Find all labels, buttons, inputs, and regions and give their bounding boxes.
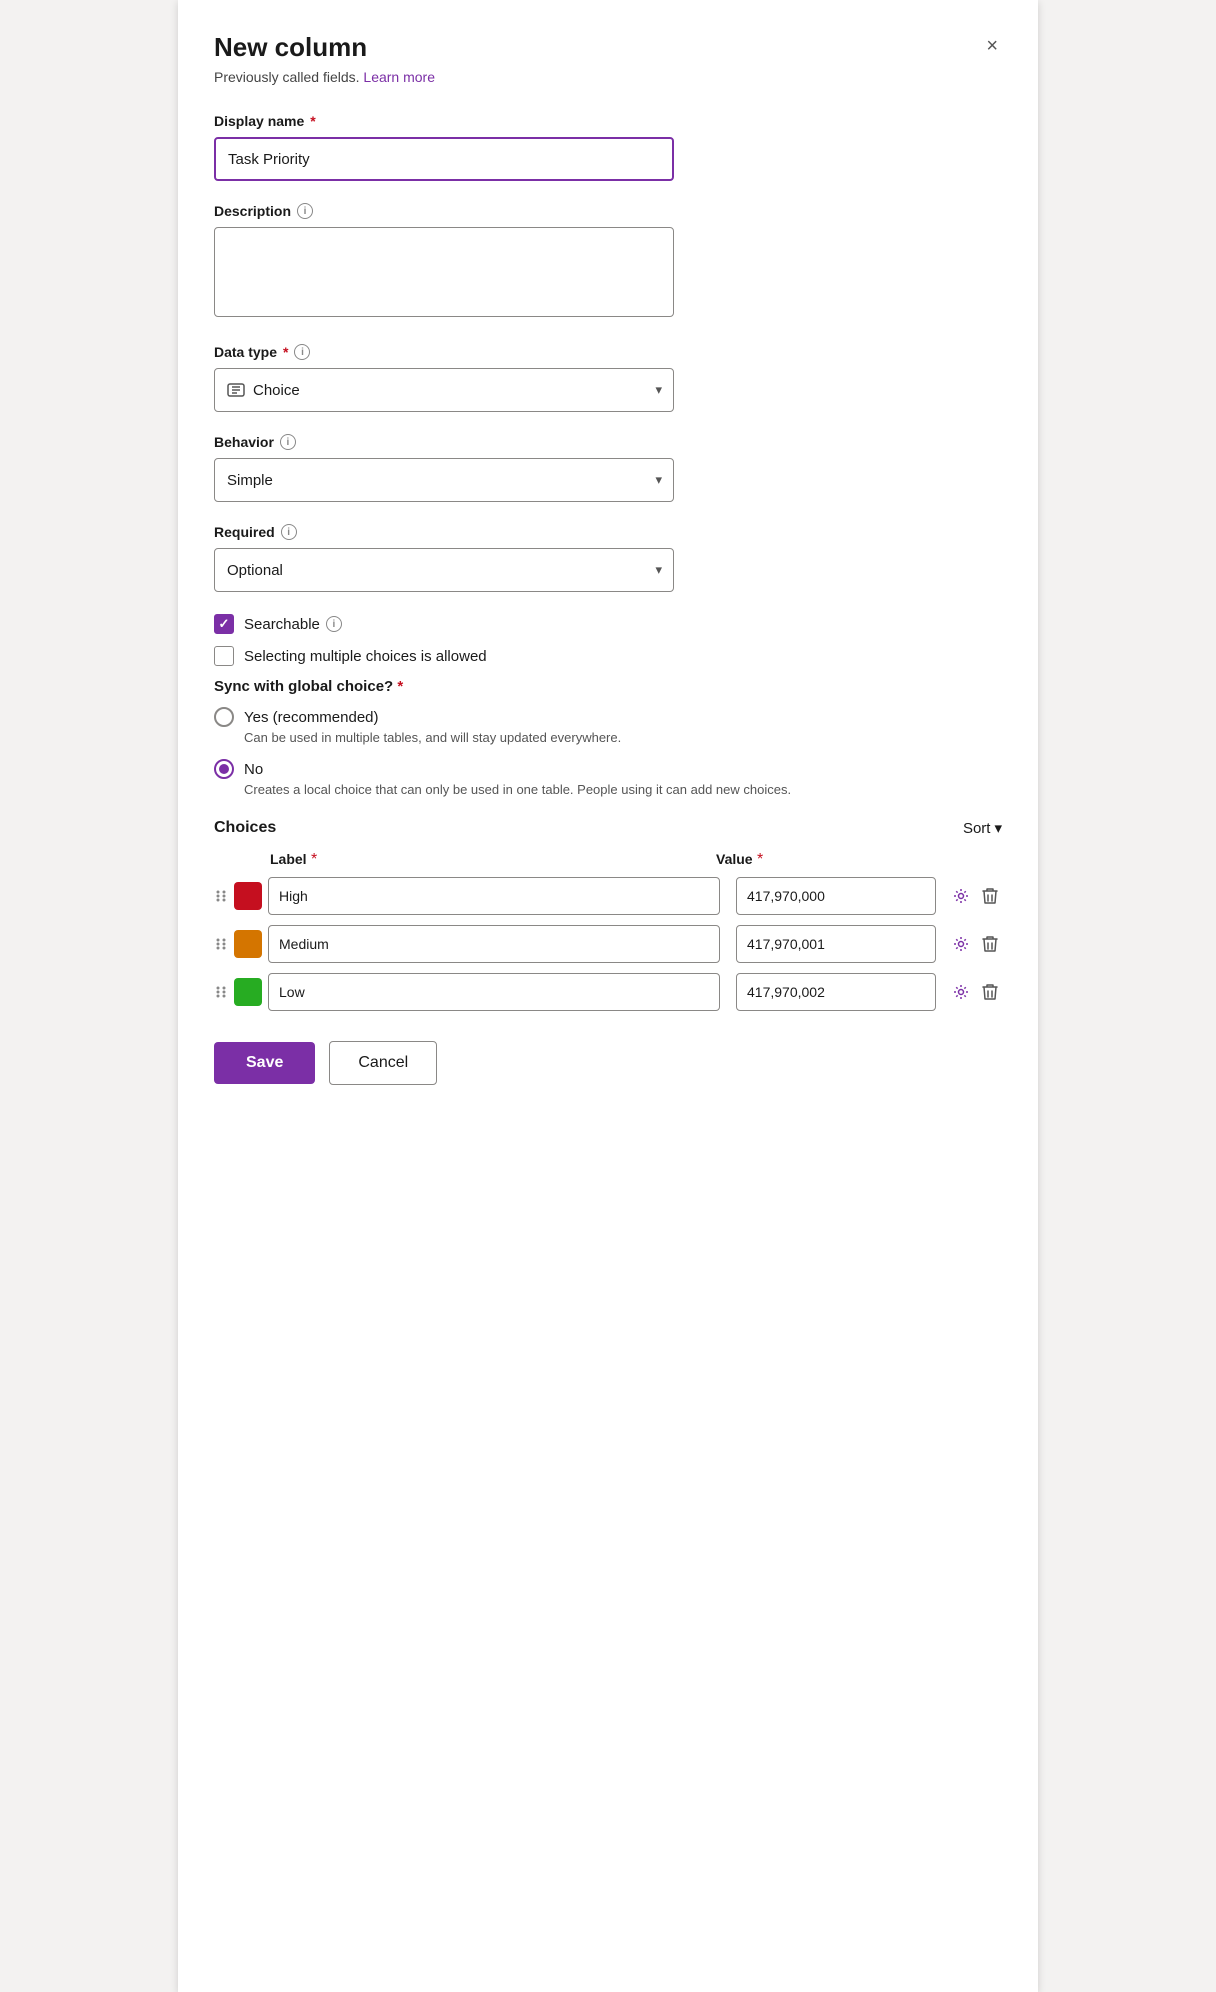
choice-actions-0 bbox=[948, 883, 1002, 909]
searchable-info-icon: i bbox=[326, 616, 342, 632]
required-star-sync: * bbox=[397, 678, 403, 695]
sync-no-desc: Creates a local choice that can only be … bbox=[244, 782, 1002, 797]
required-info-icon: i bbox=[281, 524, 297, 540]
behavior-select[interactable]: Simple bbox=[214, 458, 674, 502]
color-swatch-0[interactable] bbox=[234, 882, 262, 910]
behavior-value: Simple bbox=[227, 472, 273, 489]
choice-actions-2 bbox=[948, 979, 1002, 1005]
sync-yes-radio[interactable] bbox=[214, 707, 234, 727]
display-name-group: Display name * bbox=[214, 113, 1002, 181]
value-col-header: Value * bbox=[716, 851, 926, 869]
panel-header: New column × bbox=[214, 32, 1002, 63]
sync-yes-option: Yes (recommended) Can be used in multipl… bbox=[214, 707, 1002, 745]
choices-column-labels: Label * Value * bbox=[214, 851, 1002, 873]
choice-delete-button-1[interactable] bbox=[978, 931, 1002, 957]
new-column-panel: New column × Previously called fields. L… bbox=[178, 0, 1038, 1992]
choice-label-input-2[interactable] bbox=[268, 973, 720, 1011]
choice-value-input-2[interactable] bbox=[736, 973, 936, 1011]
sync-no-label: No bbox=[244, 761, 263, 778]
sort-button[interactable]: Sort ▾ bbox=[963, 819, 1002, 837]
subtitle-text: Previously called fields. bbox=[214, 69, 360, 85]
display-name-label: Display name * bbox=[214, 113, 1002, 129]
choice-actions-1 bbox=[948, 931, 1002, 957]
color-swatch-2[interactable] bbox=[234, 978, 262, 1006]
sync-yes-desc: Can be used in multiple tables, and will… bbox=[244, 730, 1002, 745]
sync-no-row[interactable]: No bbox=[214, 759, 1002, 779]
multiple-choices-row[interactable]: Selecting multiple choices is allowed bbox=[214, 646, 1002, 666]
cancel-button[interactable]: Cancel bbox=[329, 1041, 437, 1085]
choice-delete-button-0[interactable] bbox=[978, 883, 1002, 909]
sync-global-group: Sync with global choice? * Yes (recommen… bbox=[214, 678, 1002, 797]
searchable-label: Searchable i bbox=[244, 616, 342, 633]
save-button[interactable]: Save bbox=[214, 1042, 315, 1084]
data-type-label: Data type * i bbox=[214, 344, 1002, 360]
required-star-name: * bbox=[310, 113, 315, 129]
multiple-choices-checkbox[interactable] bbox=[214, 646, 234, 666]
close-button[interactable]: × bbox=[982, 32, 1002, 60]
sort-chevron: ▾ bbox=[994, 819, 1002, 837]
searchable-row[interactable]: Searchable i bbox=[214, 614, 1002, 634]
table-row bbox=[214, 973, 1002, 1011]
choice-settings-button-1[interactable] bbox=[948, 931, 974, 957]
data-type-group: Data type * i Choice ▾ bbox=[214, 344, 1002, 412]
choices-section: Choices Sort ▾ Label * Value * bbox=[214, 819, 1002, 1011]
data-type-info-icon: i bbox=[294, 344, 310, 360]
choice-label-input-1[interactable] bbox=[268, 925, 720, 963]
choices-header: Choices Sort ▾ bbox=[214, 819, 1002, 837]
required-value: Optional bbox=[227, 562, 283, 579]
description-info-icon: i bbox=[297, 203, 313, 219]
panel-title: New column bbox=[214, 32, 367, 63]
display-name-input[interactable] bbox=[214, 137, 674, 181]
choice-value-input-0[interactable] bbox=[736, 877, 936, 915]
sync-global-label: Sync with global choice? * bbox=[214, 678, 1002, 695]
searchable-checkbox[interactable] bbox=[214, 614, 234, 634]
description-group: Description i bbox=[214, 203, 1002, 322]
choice-delete-button-2[interactable] bbox=[978, 979, 1002, 1005]
data-type-value: Choice bbox=[253, 382, 300, 399]
table-row bbox=[214, 925, 1002, 963]
drag-handle-2[interactable] bbox=[214, 984, 228, 1000]
panel-subtitle: Previously called fields. Learn more bbox=[214, 69, 1002, 85]
sync-radio-group: Yes (recommended) Can be used in multipl… bbox=[214, 707, 1002, 797]
choice-settings-button-0[interactable] bbox=[948, 883, 974, 909]
sync-yes-label: Yes (recommended) bbox=[244, 709, 379, 726]
choice-value-input-1[interactable] bbox=[736, 925, 936, 963]
footer-actions: Save Cancel bbox=[214, 1041, 1002, 1085]
table-row bbox=[214, 877, 1002, 915]
sync-no-option: No Creates a local choice that can only … bbox=[214, 759, 1002, 797]
behavior-group: Behavior i Simple ▾ bbox=[214, 434, 1002, 502]
choice-type-icon bbox=[227, 383, 245, 397]
choices-list bbox=[214, 877, 1002, 1011]
behavior-info-icon: i bbox=[280, 434, 296, 450]
behavior-select-wrapper: Simple ▾ bbox=[214, 458, 674, 502]
required-select-wrapper: Optional ▾ bbox=[214, 548, 674, 592]
choice-label-input-0[interactable] bbox=[268, 877, 720, 915]
multiple-choices-label: Selecting multiple choices is allowed bbox=[244, 648, 487, 665]
sync-no-radio[interactable] bbox=[214, 759, 234, 779]
learn-more-link[interactable]: Learn more bbox=[363, 69, 435, 85]
description-input[interactable] bbox=[214, 227, 674, 317]
description-label: Description i bbox=[214, 203, 1002, 219]
drag-handle-1[interactable] bbox=[214, 936, 228, 952]
drag-handle-0[interactable] bbox=[214, 888, 228, 904]
choice-settings-button-2[interactable] bbox=[948, 979, 974, 1005]
sync-yes-row[interactable]: Yes (recommended) bbox=[214, 707, 1002, 727]
color-swatch-1[interactable] bbox=[234, 930, 262, 958]
behavior-label: Behavior i bbox=[214, 434, 1002, 450]
data-type-select-wrapper: Choice ▾ bbox=[214, 368, 674, 412]
required-field-label: Required i bbox=[214, 524, 1002, 540]
label-col-header: Label * bbox=[270, 851, 706, 869]
required-star-datatype: * bbox=[283, 344, 288, 360]
choices-title: Choices bbox=[214, 819, 276, 837]
required-field-group: Required i Optional ▾ bbox=[214, 524, 1002, 592]
required-select[interactable]: Optional bbox=[214, 548, 674, 592]
data-type-select[interactable]: Choice bbox=[214, 368, 674, 412]
